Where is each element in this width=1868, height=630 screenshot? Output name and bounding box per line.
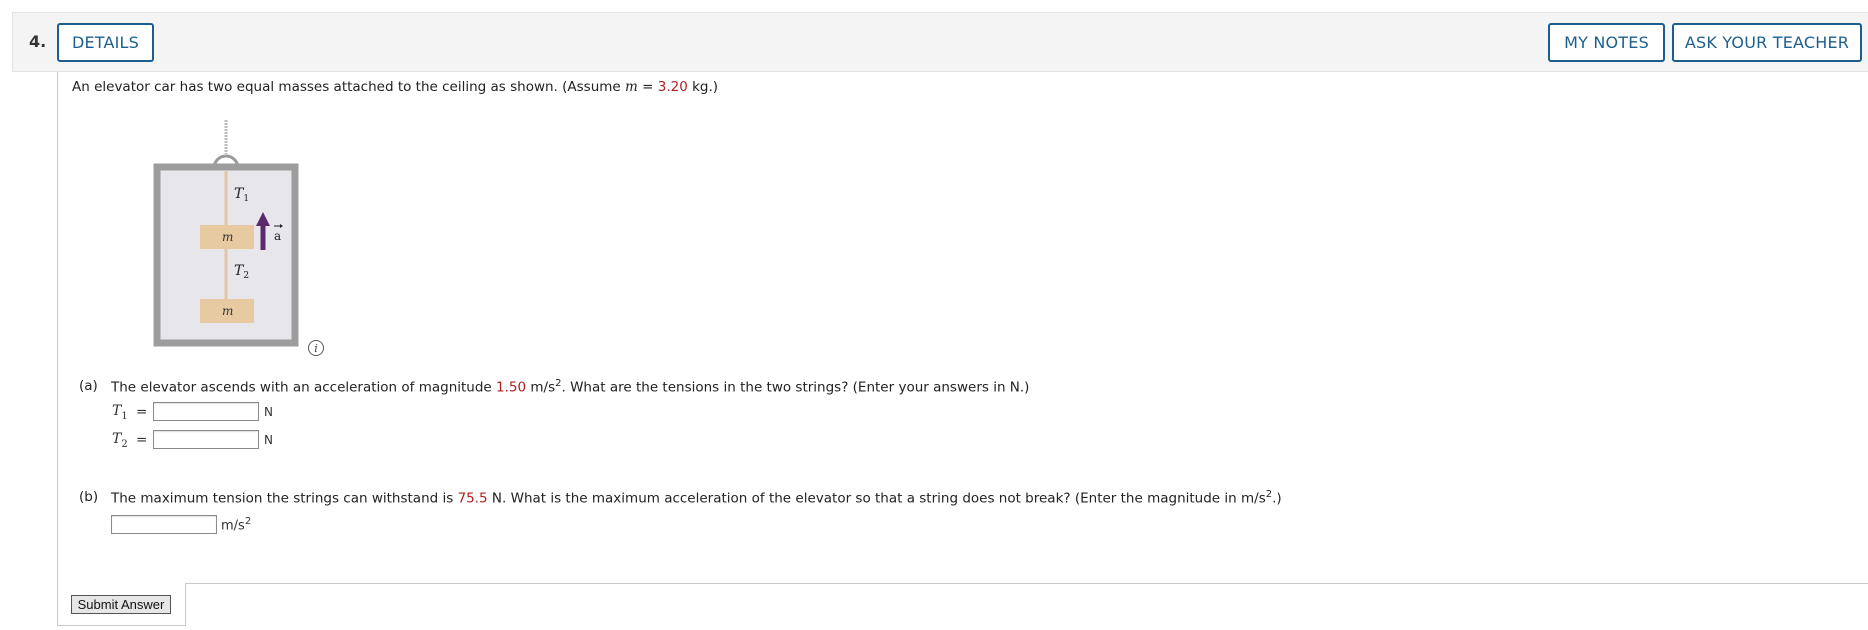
ask-your-teacher-button[interactable]: ASK YOUR TEACHER — [1672, 23, 1862, 62]
info-icon[interactable]: i — [308, 340, 324, 356]
t1-unit: N — [264, 405, 273, 419]
mass-value: 3.20 — [657, 79, 688, 95]
divider — [57, 625, 186, 626]
t1-variable: T1 — [112, 403, 128, 422]
upper-mass-label: m — [222, 230, 233, 244]
lower-mass-label: m — [222, 304, 233, 318]
part-b-question: The maximum tension the strings can with… — [111, 489, 1282, 507]
t2-variable: T2 — [112, 431, 128, 450]
divider — [186, 583, 1868, 584]
acceleration-unit: m/s2 — [221, 516, 252, 534]
part-b-label: (b) — [79, 489, 99, 505]
t2-unit: N — [264, 433, 273, 447]
t2-input[interactable] — [153, 430, 259, 449]
elevator-diagram: T1 T2 m m a — [153, 120, 299, 347]
question-number: 4. — [29, 32, 47, 51]
max-acceleration-input[interactable] — [111, 515, 217, 534]
problem-statement: An elevator car has two equal masses att… — [72, 79, 719, 95]
submit-answer-button[interactable]: Submit Answer — [71, 595, 171, 614]
part-a-label: (a) — [79, 378, 98, 394]
acceleration-label: a — [274, 229, 281, 243]
question-body — [57, 72, 1868, 626]
equals-sign: = — [136, 404, 148, 420]
equals-sign: = — [136, 432, 148, 448]
details-button[interactable]: DETAILS — [57, 23, 154, 62]
acceleration-value: 1.50 — [496, 379, 527, 396]
t1-input[interactable] — [153, 402, 259, 421]
question-header: 4. DETAILS MY NOTES ASK YOUR TEACHER — [12, 12, 1868, 72]
part-a-question: The elevator ascends with an acceleratio… — [111, 378, 1030, 396]
my-notes-button[interactable]: MY NOTES — [1548, 23, 1665, 62]
max-tension-value: 75.5 — [457, 490, 488, 507]
divider — [185, 583, 186, 626]
